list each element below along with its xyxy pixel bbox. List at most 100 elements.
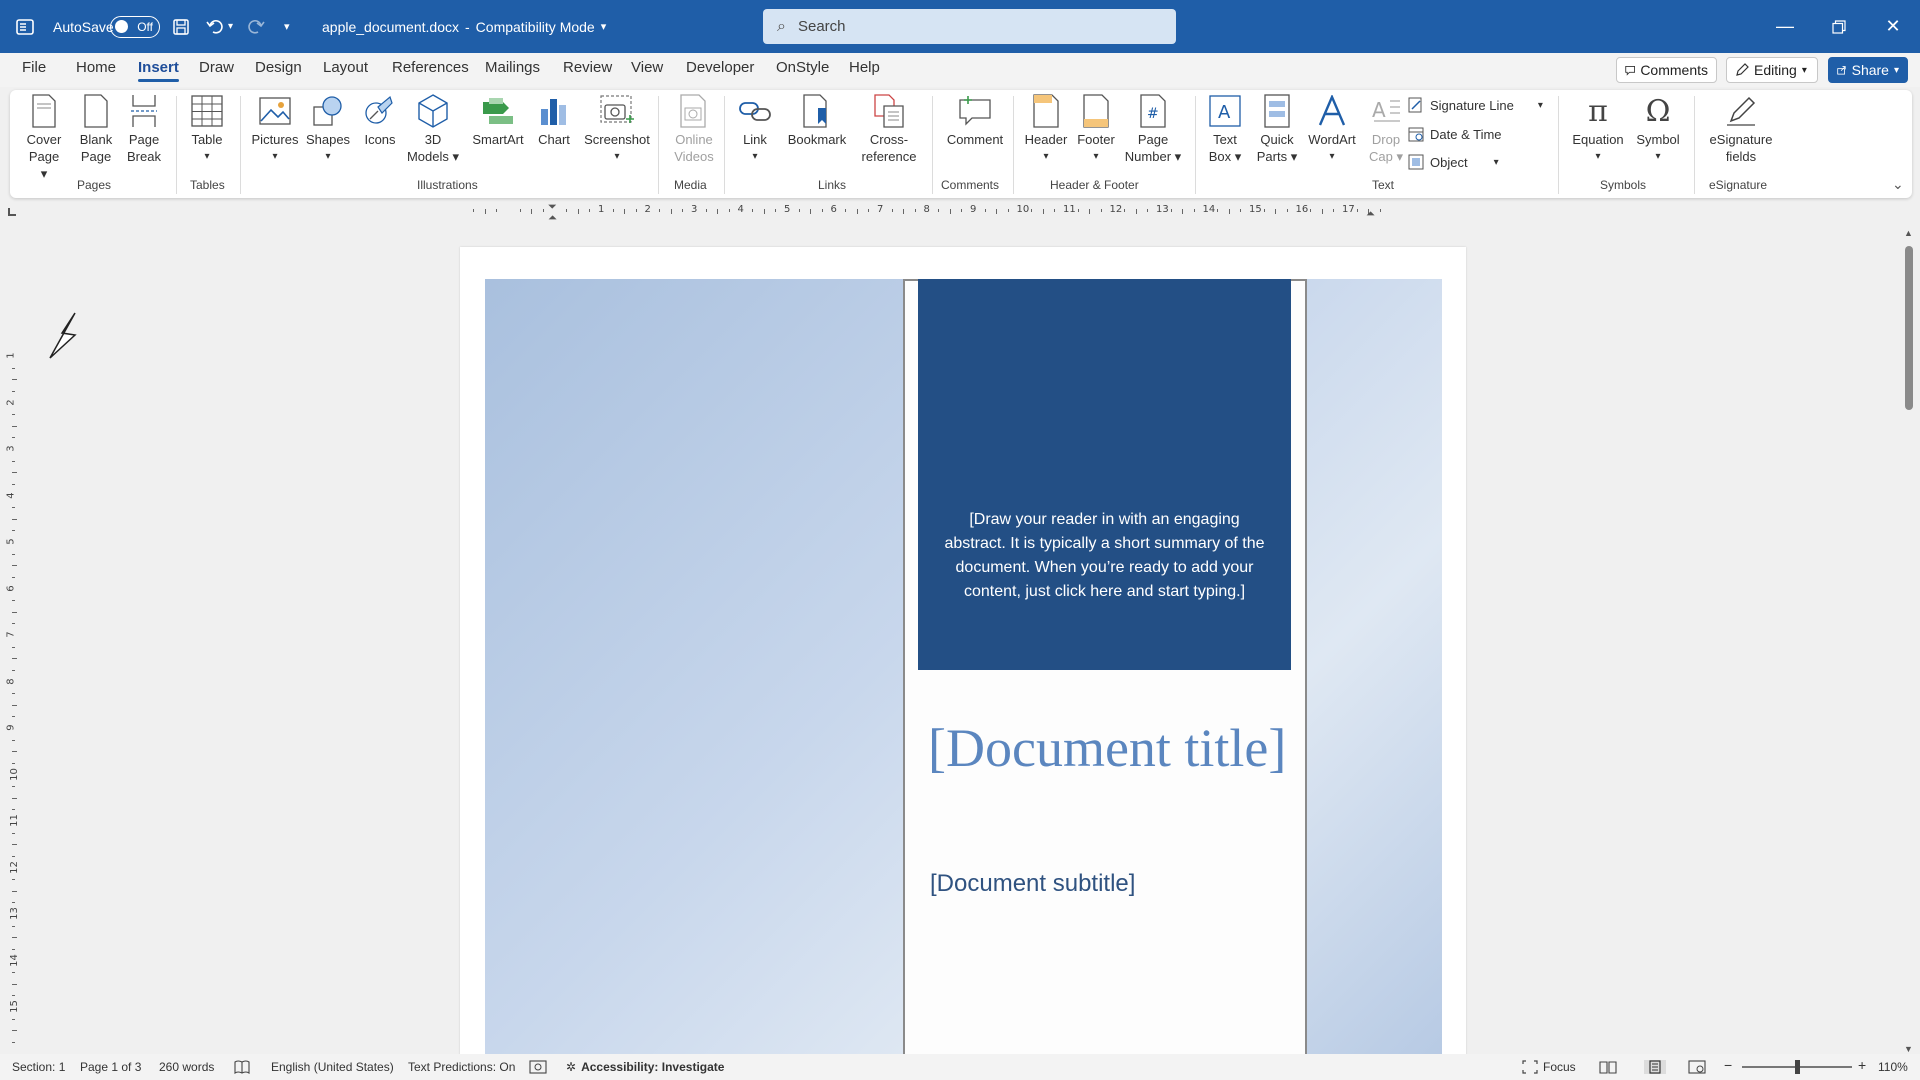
restore-icon[interactable] <box>1812 0 1866 53</box>
object-label: Object <box>1430 154 1468 170</box>
ruler-tick <box>1147 209 1149 212</box>
signature-line-button[interactable]: Signature Line ▾ <box>1408 97 1543 113</box>
word-app-icon[interactable] <box>16 0 34 53</box>
accessibility-indicator[interactable]: ✲ Accessibility: Investigate <box>566 1060 724 1074</box>
table-button[interactable]: Table ▾ <box>186 94 228 165</box>
undo-icon[interactable] <box>205 0 225 53</box>
tab-layout[interactable]: Layout <box>323 59 368 76</box>
date-time-button[interactable]: Date & Time <box>1408 126 1502 142</box>
ruler-tick <box>961 209 963 212</box>
cover-page-icon <box>27 94 61 128</box>
tab-references[interactable]: References <box>392 59 469 76</box>
search-box[interactable]: ⌕ Search <box>763 9 1176 44</box>
ruler-tick <box>12 693 15 695</box>
footer-button[interactable]: Footer ▾ <box>1070 94 1122 165</box>
tab-onstyle[interactable]: OnStyle <box>776 59 829 76</box>
word-count[interactable]: 260 words <box>159 1060 214 1074</box>
pictures-button[interactable]: Pictures ▾ <box>250 94 300 165</box>
equation-button[interactable]: π Equation ▾ <box>1568 94 1628 165</box>
tab-selector-icon[interactable] <box>8 208 16 216</box>
tab-view[interactable]: View <box>631 59 663 76</box>
web-layout-icon[interactable] <box>1688 1060 1706 1074</box>
language-indicator[interactable]: English (United States) <box>271 1060 394 1074</box>
chevron-down-icon: ▾ <box>752 151 758 162</box>
comment-button[interactable]: Comment <box>942 94 1008 148</box>
close-icon[interactable]: ✕ <box>1866 0 1920 53</box>
autosave-toggle[interactable]: Off <box>110 0 160 53</box>
wordart-button[interactable]: WordArt ▾ <box>1304 94 1360 165</box>
redo-icon[interactable] <box>246 0 266 53</box>
drop-cap-label-2: Cap ▾ <box>1369 149 1403 164</box>
header-button[interactable]: Header ▾ <box>1020 94 1072 165</box>
page-break-button[interactable]: Page Break <box>124 94 164 165</box>
icons-icon <box>363 94 397 128</box>
left-indent-marker[interactable]: ⏶ <box>548 212 557 225</box>
minimize-icon[interactable]: — <box>1758 0 1812 53</box>
cover-page-button[interactable]: Cover Page ▾ <box>24 94 64 182</box>
share-button[interactable]: Share ▾ <box>1828 57 1908 83</box>
save-icon[interactable] <box>172 0 190 53</box>
tab-help[interactable]: Help <box>849 59 880 76</box>
tab-home[interactable]: Home <box>76 59 116 76</box>
scrollbar-thumb[interactable] <box>1905 246 1913 410</box>
tab-draw[interactable]: Draw <box>199 59 234 76</box>
focus-button[interactable]: Focus <box>1522 1060 1576 1074</box>
object-button[interactable]: Object ▾ <box>1408 154 1499 170</box>
scroll-down-icon[interactable]: ▼ <box>1904 1044 1913 1054</box>
vertical-ruler[interactable]: 1 2 3 4 5 6 7 8 9 10 11 12 13 14 15 <box>6 270 22 1060</box>
cross-reference-button[interactable]: Cross- reference <box>856 94 922 165</box>
icons-button[interactable]: Icons <box>360 94 400 148</box>
link-button[interactable]: Link ▾ <box>734 94 776 165</box>
undo-dropdown-icon[interactable]: ▾ <box>228 0 233 53</box>
proofing-icon[interactable] <box>234 1060 250 1074</box>
ruler-tick <box>12 890 17 892</box>
vertical-scrollbar[interactable]: ▲ ▼ <box>1902 228 1916 1054</box>
comments-button[interactable]: Comments <box>1616 57 1717 83</box>
right-indent-marker[interactable]: ⏶ <box>1366 208 1375 221</box>
tab-design[interactable]: Design <box>255 59 302 76</box>
section-indicator[interactable]: Section: 1 <box>12 1060 65 1074</box>
blank-page-button[interactable]: Blank Page <box>76 94 116 165</box>
editing-button[interactable]: Editing ▾ <box>1726 57 1818 83</box>
abstract-placeholder[interactable]: [Draw your reader in with an engaging ab… <box>918 279 1291 670</box>
quick-parts-button[interactable]: Quick Parts ▾ <box>1252 94 1302 165</box>
bookmark-button[interactable]: Bookmark <box>784 94 850 148</box>
tab-review[interactable]: Review <box>563 59 612 76</box>
drop-cap-button[interactable]: A Drop Cap ▾ <box>1366 94 1406 165</box>
screenshot-button[interactable]: Screenshot ▾ <box>580 94 654 165</box>
zoom-level[interactable]: 110% <box>1878 1060 1908 1074</box>
shapes-button[interactable]: Shapes ▾ <box>303 94 353 165</box>
document-title-area[interactable]: apple_document.docx - Compatibility Mode… <box>322 0 606 53</box>
page-number-button[interactable]: # Page Number ▾ <box>1118 94 1188 165</box>
3d-models-button[interactable]: 3D Models ▾ <box>406 94 460 165</box>
symbol-button[interactable]: Ω Symbol ▾ <box>1632 94 1684 165</box>
scroll-up-icon[interactable]: ▲ <box>1904 228 1913 238</box>
ruler-number: 3 <box>691 204 698 215</box>
ruler-number: 8 <box>5 677 17 685</box>
ruler-tick <box>12 518 17 520</box>
zoom-out-button[interactable]: − <box>1724 1057 1732 1073</box>
smartart-button[interactable]: SmartArt <box>468 94 528 148</box>
tab-mailings[interactable]: Mailings <box>485 59 540 76</box>
document-subtitle-placeholder[interactable]: [Document subtitle] <box>930 870 1135 898</box>
tab-insert[interactable]: Insert <box>138 59 179 82</box>
text-box-button[interactable]: A Text Box ▾ <box>1204 94 1246 165</box>
zoom-in-button[interactable]: + <box>1858 1057 1866 1073</box>
ruler-tick <box>12 1018 15 1020</box>
chart-button[interactable]: Chart <box>533 94 575 148</box>
horizontal-ruler[interactable]: 1 2 3 4 5 6 7 8 9 10 11 12 13 14 15 16 17 <box>455 204 1455 218</box>
print-layout-icon[interactable] <box>1644 1060 1666 1074</box>
customize-toolbar-icon[interactable]: ▾ <box>284 0 290 53</box>
text-predictions-indicator[interactable]: Text Predictions: On <box>408 1060 515 1074</box>
ruler-tick <box>1321 209 1323 214</box>
esignature-fields-button[interactable]: eSignature fields <box>1704 94 1778 165</box>
online-videos-button[interactable]: Online Videos <box>668 94 720 165</box>
tab-file[interactable]: File <box>22 59 46 76</box>
page-indicator[interactable]: Page 1 of 3 <box>80 1060 141 1074</box>
document-title-placeholder[interactable]: [Document title] <box>928 712 1288 784</box>
tab-developer[interactable]: Developer <box>686 59 754 76</box>
zoom-slider-thumb[interactable] <box>1795 1060 1800 1074</box>
collapse-ribbon-icon[interactable]: ⌄ <box>1892 176 1904 193</box>
read-mode-icon[interactable] <box>1599 1060 1617 1074</box>
macro-icon[interactable] <box>529 1060 547 1074</box>
